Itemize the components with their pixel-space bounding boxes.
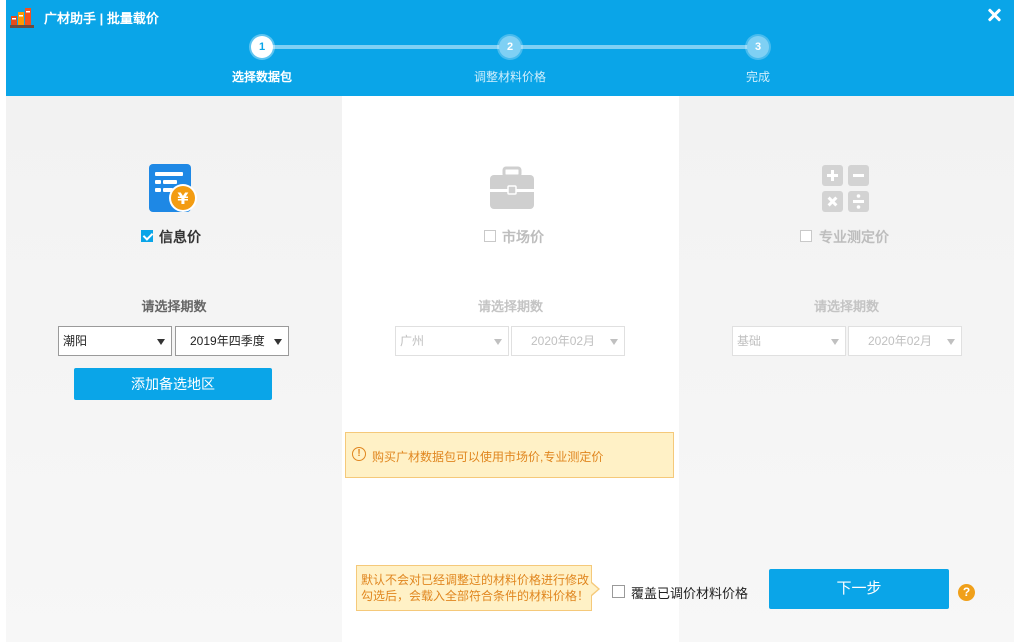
info-price-region-select[interactable]: 潮阳 (58, 326, 172, 356)
purchase-notice-text: 购买广材数据包可以使用市场价,专业测定价 (372, 450, 604, 464)
overwrite-adjusted-checkbox[interactable] (612, 585, 625, 598)
info-price-checkbox[interactable] (141, 230, 153, 242)
professional-price-checkbox[interactable] (800, 230, 812, 242)
dropdown-arrow-icon (494, 339, 502, 345)
step-2-label: 调整材料价格 (473, 70, 546, 84)
briefcase-icon (490, 166, 534, 209)
warning-circle-icon: ! (352, 447, 366, 461)
package-panel-professional-price: 专业测定价 请选择期数 基础 2020年02月 (679, 96, 1014, 642)
professional-price-period-value: 2020年02月 (868, 334, 933, 348)
close-icon[interactable] (984, 5, 1004, 25)
dialog-header: 广材助手 | 批量载价 1 2 3 选择数据包 调整材料价格 完成 (6, 0, 1014, 96)
market-price-period-select[interactable]: 2020年02月 (511, 326, 625, 356)
market-price-period-label: 请选择期数 (477, 299, 543, 314)
next-step-button[interactable]: 下一步 (769, 569, 949, 609)
market-price-label: 市场价 (502, 229, 544, 245)
market-price-period-value: 2020年02月 (531, 334, 596, 348)
step-3-indicator: 3 (747, 36, 769, 58)
info-price-region-value: 潮阳 (63, 334, 88, 348)
professional-price-label: 专业测定价 (819, 229, 889, 245)
svg-text:¥: ¥ (177, 189, 188, 208)
package-panel-info-price: ¥ 信息价 请选择期数 潮阳 2019年四季度 添加备选地区 (6, 96, 342, 642)
calculator-icon (822, 165, 869, 212)
professional-price-category-value: 基础 (737, 334, 762, 348)
app-logo-icon (10, 8, 34, 28)
add-alternate-region-button[interactable]: 添加备选地区 (74, 368, 272, 400)
step-3-label: 完成 (745, 70, 770, 84)
professional-price-period-select[interactable]: 2020年02月 (848, 326, 962, 356)
step-2-indicator: 2 (499, 36, 521, 58)
info-price-period-select[interactable]: 2019年四季度 (175, 326, 289, 356)
overwrite-adjusted-label[interactable]: 覆盖已调价材料价格 (631, 583, 748, 602)
dropdown-arrow-icon (610, 339, 618, 345)
batch-price-dialog: 广材助手 | 批量载价 1 2 3 选择数据包 调整材料价格 完成 ¥ 信息价 … (6, 0, 1014, 642)
market-price-region-value: 广州 (400, 334, 425, 348)
info-price-icon: ¥ (149, 164, 197, 212)
dropdown-arrow-icon (831, 339, 839, 345)
market-price-checkbox[interactable] (484, 230, 496, 242)
help-icon[interactable]: ? (958, 584, 975, 601)
info-price-label: 信息价 (159, 229, 201, 245)
package-panel-market-price: 市场价 请选择期数 广州 2020年02月 (342, 96, 679, 642)
market-price-region-select[interactable]: 广州 (395, 326, 509, 356)
step-1-indicator: 1 (251, 36, 273, 58)
step-1-label: 选择数据包 (231, 70, 292, 84)
professional-price-category-select[interactable]: 基础 (732, 326, 846, 356)
overwrite-tooltip: 默认不会对已经调整过的材料价格进行修改 勾选后，会载入全部符合条件的材料价格！ (356, 565, 592, 611)
dialog-title: 广材助手 | 批量载价 (44, 11, 159, 26)
info-price-period-label: 请选择期数 (141, 299, 207, 314)
tooltip-line-2: 勾选后，会载入全部符合条件的材料价格！ (361, 589, 590, 603)
dropdown-arrow-icon (157, 339, 165, 345)
purchase-notice: ! 购买广材数据包可以使用市场价,专业测定价 (345, 432, 674, 478)
dropdown-arrow-icon (947, 339, 955, 345)
tooltip-line-1: 默认不会对已经调整过的材料价格进行修改 (361, 573, 590, 587)
info-price-period-value: 2019年四季度 (190, 334, 265, 348)
tooltip-arrow-fill (591, 583, 598, 595)
professional-price-period-label: 请选择期数 (813, 299, 879, 314)
dropdown-arrow-icon (274, 339, 282, 345)
